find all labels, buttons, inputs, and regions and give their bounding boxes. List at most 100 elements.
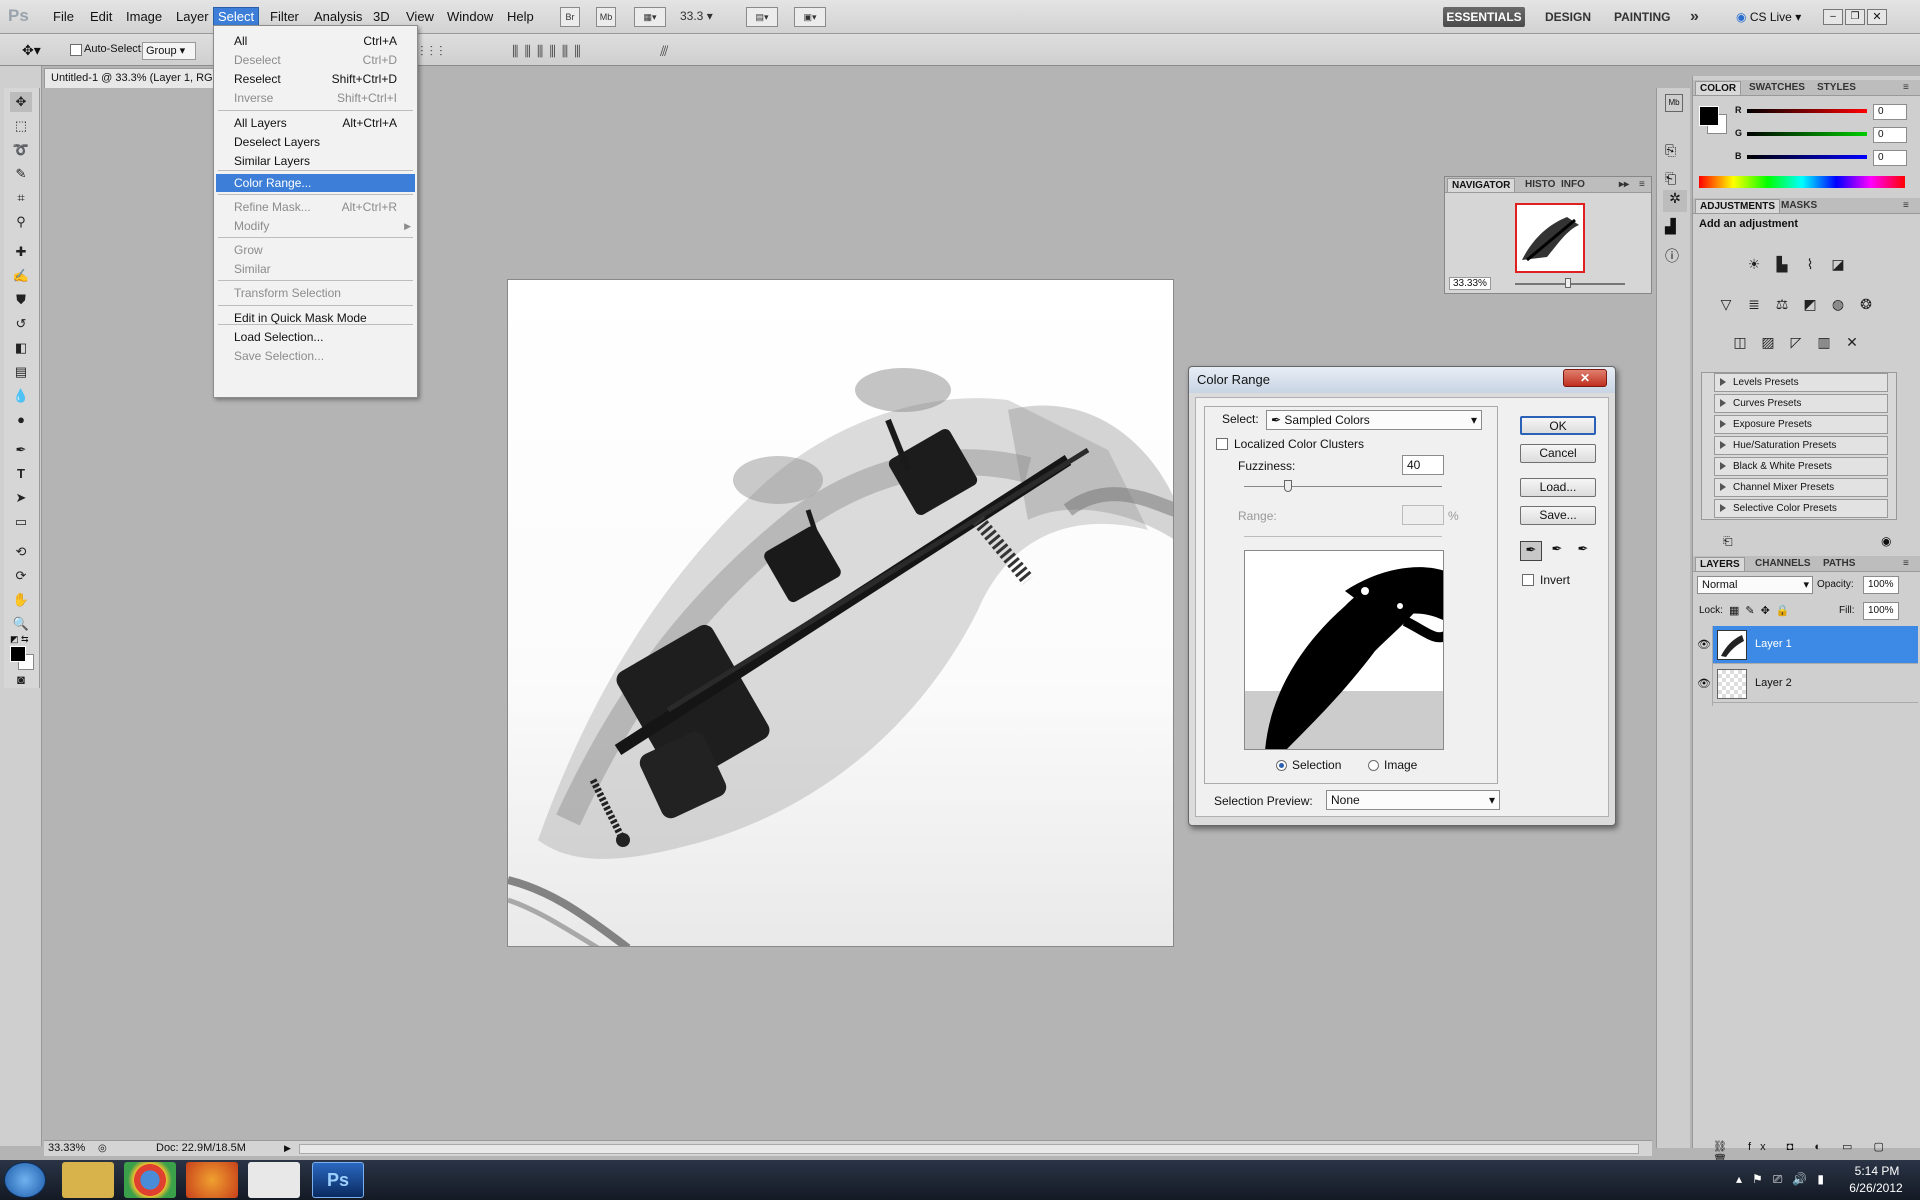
vibrance-icon[interactable]: ▽ xyxy=(1715,294,1737,314)
navigator-panel-icon[interactable]: ✲ xyxy=(1663,190,1687,212)
tab-masks[interactable]: MASKS xyxy=(1777,199,1821,212)
panel-collapse-icon[interactable]: ▸▸ xyxy=(1615,178,1633,191)
menu-select[interactable]: Select xyxy=(213,7,260,26)
foreground-color-swatch[interactable] xyxy=(10,646,26,662)
preset-channel-mixer[interactable]: Channel Mixer Presets xyxy=(1714,478,1888,497)
menu-analysis[interactable]: Analysis xyxy=(310,8,366,25)
eye-icon[interactable]: 👁 xyxy=(1697,638,1711,651)
tab-navigator[interactable]: NAVIGATOR xyxy=(1447,178,1516,192)
image-radio[interactable] xyxy=(1368,760,1379,771)
3d-rotate-tool-icon[interactable]: ⟲ xyxy=(10,542,32,562)
info-panel-icon[interactable]: ⓘ xyxy=(1665,246,1679,266)
shape-tool-icon[interactable]: ▭ xyxy=(10,512,32,532)
minibridge-panel-icon[interactable]: Mb xyxy=(1665,94,1683,112)
eye-icon[interactable]: 👁 xyxy=(1697,677,1711,690)
select-menu-item[interactable]: Load Selection... xyxy=(216,328,415,346)
gradient-tool-icon[interactable]: ▤ xyxy=(10,362,32,382)
align-buttons-icon[interactable]: ⫶⫶⫶ xyxy=(420,43,449,60)
panel-menu-icon[interactable]: ≡ xyxy=(1899,557,1913,570)
explorer-taskbar-icon[interactable] xyxy=(62,1162,114,1198)
gradient-map-icon[interactable]: ▥ xyxy=(1813,332,1835,352)
dodge-tool-icon[interactable]: ● xyxy=(10,410,32,430)
clock-time[interactable]: 5:14 PM xyxy=(1842,1164,1912,1178)
navigator-zoom-field[interactable]: 33.33% xyxy=(1449,277,1491,290)
threshold-icon[interactable]: ◸ xyxy=(1785,332,1807,352)
eyedropper-minus-icon[interactable]: ✒ xyxy=(1572,541,1594,561)
menu-image[interactable]: Image xyxy=(122,8,166,25)
tab-styles[interactable]: STYLES xyxy=(1813,81,1860,94)
auto-select-dropdown[interactable]: Group ▾ xyxy=(142,42,196,60)
blur-tool-icon[interactable]: 💧 xyxy=(10,386,32,406)
black-white-icon[interactable]: ◩ xyxy=(1799,294,1821,314)
channel-b-slider[interactable] xyxy=(1747,155,1867,159)
preset-hue-saturation[interactable]: Hue/Saturation Presets xyxy=(1714,436,1888,455)
panel-menu-icon[interactable]: ≡ xyxy=(1899,81,1913,94)
channel-mixer-icon[interactable]: ❂ xyxy=(1855,294,1877,314)
hue-saturation-icon[interactable]: ≣ xyxy=(1743,294,1765,314)
levels-icon[interactable]: ▙ xyxy=(1771,254,1793,274)
menu-3d[interactable]: 3D xyxy=(369,8,394,25)
eyedropper-icon[interactable]: ✒ xyxy=(1520,541,1542,561)
preset-selective-color[interactable]: Selective Color Presets xyxy=(1714,499,1888,518)
layers-footer-icons[interactable]: ⛓ fx ◘ ◐ ▭ ▢ 🗑 xyxy=(1693,1140,1920,1166)
tab-paths[interactable]: PATHS xyxy=(1819,557,1859,570)
blend-mode-dropdown[interactable]: Normal ▾ xyxy=(1697,576,1813,594)
selection-radio[interactable] xyxy=(1276,760,1287,771)
photo-filter-icon[interactable]: ◍ xyxy=(1827,294,1849,314)
tab-histogram[interactable]: HISTO xyxy=(1521,178,1559,191)
menu-window[interactable]: Window xyxy=(443,8,497,25)
zoom-tool-icon[interactable]: 🔍 xyxy=(10,614,32,634)
view-extras-icon[interactable]: ▦▾ xyxy=(634,7,666,27)
menu-filter[interactable]: Filter xyxy=(266,8,303,25)
histogram-panel-icon[interactable]: ▟ xyxy=(1665,218,1676,235)
quick-mask-icon[interactable]: ◙ xyxy=(10,670,32,690)
channel-g-slider[interactable] xyxy=(1747,132,1867,136)
status-menu-arrow-icon[interactable]: ▶ xyxy=(284,1141,291,1156)
close-window-button[interactable]: ✕ xyxy=(1867,9,1887,25)
fuzziness-slider-thumb[interactable] xyxy=(1284,480,1292,492)
color-balance-icon[interactable]: ⚖ xyxy=(1771,294,1793,314)
layer-row[interactable]: Layer 1 xyxy=(1713,626,1918,664)
document-tab[interactable]: Untitled-1 @ 33.3% (Layer 1, RG xyxy=(44,68,214,88)
zoom-level-field[interactable]: 33.3 ▾ xyxy=(680,9,713,23)
dialog-close-button[interactable]: ✕ xyxy=(1563,369,1607,387)
layer-row[interactable]: Layer 2 xyxy=(1713,665,1918,703)
default-colors-icon[interactable]: ◩ ⇆ xyxy=(10,634,29,645)
tab-info[interactable]: INFO xyxy=(1557,178,1589,191)
auto-select-checkbox[interactable] xyxy=(70,44,82,56)
select-menu-item[interactable]: Deselect Layers xyxy=(216,133,415,151)
select-colors-dropdown[interactable]: ✒ Sampled Colors ▾ xyxy=(1266,410,1482,430)
workspace-design[interactable]: DESIGN xyxy=(1545,7,1591,27)
status-zoom[interactable]: 33.33% xyxy=(48,1141,85,1156)
select-menu-item[interactable]: All Layers Alt+Ctrl+A xyxy=(216,114,415,132)
posterize-icon[interactable]: ▨ xyxy=(1757,332,1779,352)
tab-color[interactable]: COLOR xyxy=(1695,81,1742,95)
selective-color-icon[interactable]: ✕ xyxy=(1841,332,1863,352)
channel-r-input[interactable]: 0 xyxy=(1873,104,1907,120)
launch-minibridge-button[interactable]: Mb xyxy=(596,7,616,27)
auto-align-icon[interactable]: ⫻ xyxy=(660,43,668,60)
cancel-button[interactable]: Cancel xyxy=(1520,444,1596,463)
select-menu-item[interactable]: Reselect Shift+Ctrl+D xyxy=(216,70,415,88)
photoshop-taskbar-icon[interactable]: Ps xyxy=(312,1162,364,1198)
selection-preview-dropdown[interactable]: None ▾ xyxy=(1326,790,1500,810)
tab-layers[interactable]: LAYERS xyxy=(1695,557,1745,571)
marquee-tool-icon[interactable]: ⬚ xyxy=(10,116,32,136)
lock-icons[interactable]: ▦✎✥🔒 xyxy=(1729,604,1796,617)
panel-menu-icon[interactable]: ≡ xyxy=(1635,178,1649,191)
move-tool-icon[interactable]: ✥ xyxy=(10,92,32,112)
system-tray-icons[interactable]: ▴⚑⎚🔊▮ xyxy=(1736,1172,1834,1187)
chrome-taskbar-icon[interactable] xyxy=(124,1162,176,1198)
more-workspaces-icon[interactable]: » xyxy=(1690,7,1699,27)
restore-button[interactable]: ❐ xyxy=(1845,9,1865,25)
crop-tool-icon[interactable]: ⌗ xyxy=(10,188,32,208)
navigator-slider-thumb[interactable] xyxy=(1565,278,1571,288)
channel-g-input[interactable]: 0 xyxy=(1873,127,1907,143)
color-panel-foreground-swatch[interactable] xyxy=(1699,106,1719,126)
adjustment-visibility-icon[interactable]: ◉ xyxy=(1881,534,1891,548)
type-tool-icon[interactable]: T xyxy=(10,464,32,484)
launch-bridge-button[interactable]: Br xyxy=(560,7,580,27)
opacity-input[interactable]: 100% xyxy=(1863,576,1899,594)
lasso-tool-icon[interactable]: ➰ xyxy=(10,140,32,160)
fuzziness-slider[interactable] xyxy=(1244,486,1442,487)
